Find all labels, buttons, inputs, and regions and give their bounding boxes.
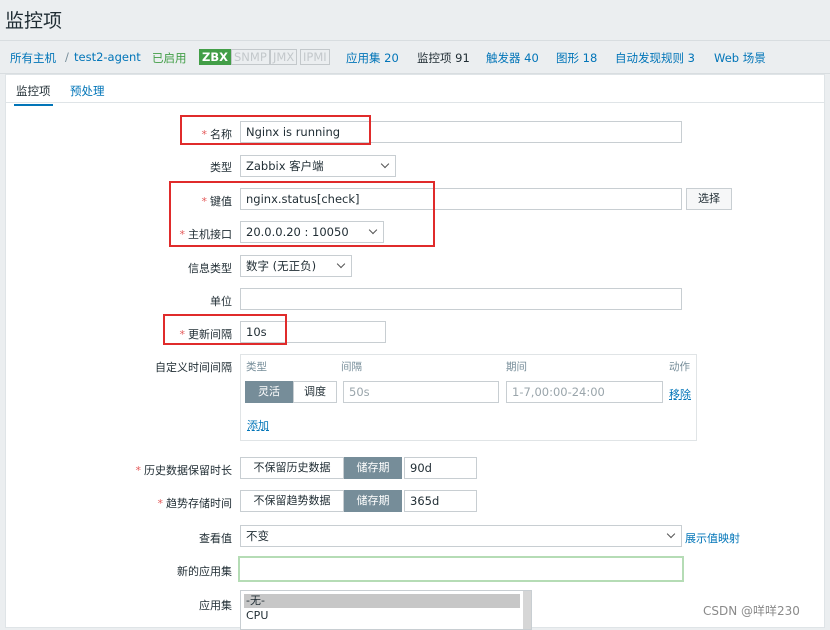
tab-preprocessing[interactable]: 预处理: [70, 83, 105, 99]
applications-listbox[interactable]: -无- CPU: [240, 590, 532, 630]
ipmi-availability-badge: IPMI: [300, 49, 330, 65]
snmp-availability-badge: SNMP: [231, 49, 270, 65]
host-navigation: 所有主机 / test2-agent 已启用 ZBX SNMP JMX IPMI…: [0, 40, 830, 74]
new-application-label: 新的应用集: [177, 565, 232, 578]
name-input[interactable]: Nginx is running: [240, 121, 682, 143]
jmx-availability-badge: JMX: [270, 49, 298, 65]
info-type-label: 信息类型: [188, 262, 232, 275]
col-action-header: 动作: [669, 361, 690, 373]
flexible-toggle[interactable]: 灵活: [245, 381, 293, 403]
required-marker: *: [201, 128, 208, 141]
trends-label: * 趋势存储时间: [157, 497, 233, 510]
trends-storage-toggle[interactable]: 储存期: [344, 490, 402, 512]
watermark: CSDN @咩咩230: [703, 604, 800, 618]
col-interval-header: 间隔: [341, 361, 362, 373]
remove-link[interactable]: 移除: [669, 386, 691, 402]
trends-no-keep-toggle[interactable]: 不保留趋势数据: [240, 490, 344, 512]
key-label: * 键值: [201, 195, 233, 208]
units-label: 单位: [210, 295, 232, 308]
custom-intervals-label: 自定义时间间隔: [155, 361, 232, 374]
select-key-button[interactable]: 选择: [686, 188, 732, 210]
key-input[interactable]: nginx.status[check]: [240, 188, 682, 210]
interface-label: * 主机接口: [179, 228, 233, 241]
page-title: 监控项: [5, 10, 63, 32]
history-no-keep-toggle[interactable]: 不保留历史数据: [240, 457, 344, 479]
type-label: 类型: [210, 161, 232, 174]
custom-intervals-table: 类型 间隔 期间 动作 灵活 调度 50s 1-7,00:00-24:00 移除…: [240, 354, 697, 441]
nav-web-scenarios[interactable]: Web 场景: [714, 50, 766, 66]
nav-graphs[interactable]: 图形 18: [556, 50, 597, 66]
host-status-enabled[interactable]: 已启用: [152, 50, 187, 66]
value-map-label: 查看值: [199, 532, 232, 545]
col-period-header: 期间: [506, 361, 527, 373]
history-storage-toggle[interactable]: 储存期: [344, 457, 402, 479]
info-type-select[interactable]: 数字 (无正负): [240, 255, 352, 277]
nav-triggers[interactable]: 触发器 40: [486, 50, 539, 66]
custom-interval-input[interactable]: 50s: [343, 381, 499, 403]
zbx-availability-badge: ZBX: [199, 49, 231, 65]
history-label: * 历史数据保留时长: [135, 464, 233, 477]
interface-select[interactable]: 20.0.0.20 : 10050: [240, 221, 384, 243]
history-period-input[interactable]: 90d: [404, 457, 477, 479]
scheduling-toggle[interactable]: 调度: [293, 381, 337, 403]
show-value-mappings-link[interactable]: 展示值映射: [685, 530, 740, 546]
custom-period-input[interactable]: 1-7,00:00-24:00: [506, 381, 663, 403]
value-map-select[interactable]: 不变: [240, 525, 682, 547]
interval-input[interactable]: 10s: [240, 321, 386, 343]
interval-label: * 更新间隔: [179, 328, 233, 341]
nav-discovery-rules[interactable]: 自动发现规则 3: [615, 50, 695, 66]
item-form-panel: 监控项 预处理 * 名称 Nginx is running 类型 Zabbix 客…: [5, 74, 825, 630]
breadcrumb-separator: /: [65, 50, 69, 64]
nav-applications[interactable]: 应用集 20: [346, 50, 399, 66]
col-type-header: 类型: [246, 361, 267, 373]
name-label: * 名称: [201, 128, 233, 141]
breadcrumb-host[interactable]: test2-agent: [74, 50, 141, 64]
applications-label: 应用集: [199, 599, 232, 612]
listbox-scrollbar[interactable]: [523, 591, 531, 629]
new-application-input[interactable]: [238, 556, 684, 582]
trends-period-input[interactable]: 365d: [404, 490, 477, 512]
units-input[interactable]: [240, 288, 682, 310]
add-interval-link[interactable]: 添加: [247, 417, 269, 433]
breadcrumb-all-hosts[interactable]: 所有主机: [10, 50, 56, 66]
application-option[interactable]: CPU: [244, 609, 520, 623]
nav-items[interactable]: 监控项 91: [417, 50, 470, 66]
application-option[interactable]: -无-: [244, 594, 520, 608]
tab-divider: [6, 102, 824, 103]
type-select[interactable]: Zabbix 客户端: [240, 155, 396, 177]
tab-item[interactable]: 监控项: [14, 83, 52, 106]
